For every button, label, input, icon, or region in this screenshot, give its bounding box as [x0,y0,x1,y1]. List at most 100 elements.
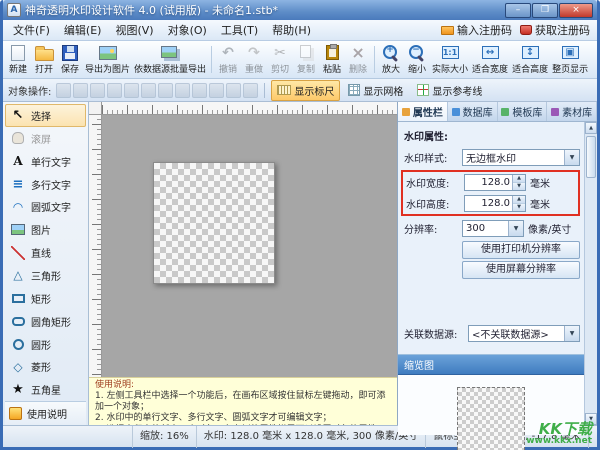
group-icon[interactable] [243,83,258,98]
tool-select[interactable]: ↖ 选择 [5,104,86,127]
main-toolbar: 新建 打开 保存 导出为图片 依数据源批量导出 ↶ 撤销 ↷ 重做 ✂ 剪 [3,41,597,79]
tab-materials[interactable]: 素材库 [547,102,597,121]
tool-diamond[interactable]: ◇ 菱形 [5,355,86,378]
height-unit: 毫米 [530,196,550,211]
menu-tools[interactable]: 工具(T) [214,20,265,40]
enter-register-code-button[interactable]: 输入注册码 [441,22,512,38]
right-panel-scrollbar[interactable]: ▲ ▼ [584,122,597,425]
align-right-icon[interactable] [90,83,105,98]
scroll-up-icon[interactable]: ▲ [585,122,597,134]
width-value[interactable]: 128.0 [465,175,512,190]
usage-help-button[interactable]: 使用说明 [5,401,86,425]
database-tab-icon [452,108,460,116]
open-button[interactable]: 打开 [31,42,57,77]
dropdown-arrow-icon[interactable]: ▼ [508,221,523,236]
undo-icon: ↶ [218,44,238,61]
spin-down-icon[interactable]: ▼ [513,204,525,211]
kkx-url: www.kkx.net [526,437,592,446]
new-button[interactable]: 新建 [5,42,31,77]
get-register-code-button[interactable]: 获取注册码 [520,22,590,38]
tool-image[interactable]: 图片 [5,218,86,241]
fit-page-button[interactable]: ▣ 整页显示 [550,42,590,77]
title-bar[interactable]: A 神奇透明水印设计软件 4.0 (试用版) - 未命名1.stb* – ❒ × [3,0,597,20]
save-button[interactable]: 保存 [57,42,83,77]
zoom-in-button[interactable]: + 放大 [378,42,404,77]
thumbnail-section-header: 缩览图 [398,354,584,375]
show-ruler-toggle[interactable]: 显示标尺 [271,80,340,101]
minimize-button[interactable]: – [505,3,531,18]
tab-templates[interactable]: 模板库 [498,102,548,121]
tool-rectangle[interactable]: 矩形 [5,287,86,310]
same-size-icon[interactable] [192,83,207,98]
tool-circle[interactable]: 圆形 [5,333,86,356]
spin-down-icon[interactable]: ▼ [513,183,525,190]
same-width-icon[interactable] [158,83,173,98]
paste-button[interactable]: 粘贴 [319,42,345,77]
section-title: 水印属性: [404,128,580,143]
fit-height-button[interactable]: ↕ 适合高度 [510,42,550,77]
align-middle-icon[interactable] [124,83,139,98]
show-guides-toggle[interactable]: 显示参考线 [411,80,488,101]
use-printer-resolution-button[interactable]: 使用打印机分辨率 [462,241,580,259]
new-file-icon [11,45,25,61]
watermark-canvas[interactable] [153,162,275,284]
kkx-site-watermark: KK下载 www.kkx.net [526,422,592,446]
bring-front-icon[interactable] [209,83,224,98]
copy-button[interactable]: 复制 [293,42,319,77]
tool-rounded-rectangle[interactable]: 圆角矩形 [5,310,86,333]
align-bottom-icon[interactable] [141,83,156,98]
menu-help[interactable]: 帮助(H) [265,20,318,40]
open-folder-icon [35,49,54,61]
redo-button[interactable]: ↷ 重做 [241,42,267,77]
multi-text-icon: ≡ [10,176,26,192]
scrollbar-thumb[interactable] [586,136,596,178]
watermark-height-row: 水印高度: 128.0 ▲ ▼ 毫米 [406,195,576,212]
menu-view[interactable]: 视图(V) [108,20,160,40]
menu-file[interactable]: 文件(F) [6,20,57,40]
tab-database[interactable]: 数据库 [448,102,498,121]
height-value[interactable]: 128.0 [465,196,512,211]
batch-export-button[interactable]: 依数据源批量导出 [132,42,208,77]
fit-width-button[interactable]: ↔ 适合宽度 [470,42,510,77]
spin-up-icon[interactable]: ▲ [513,196,525,204]
dropdown-arrow-icon[interactable]: ▼ [564,150,579,165]
style-select[interactable]: 无边框水印 ▼ [462,149,580,166]
tool-line[interactable]: 直线 [5,241,86,264]
show-grid-toggle[interactable]: 显示网格 [342,80,409,101]
tool-pan[interactable]: 滚屏 [5,127,86,150]
toolbar-separator [211,46,212,73]
tool-single-line-text[interactable]: A 单行文字 [5,150,86,173]
close-button[interactable]: × [559,3,593,18]
align-center-icon[interactable] [73,83,88,98]
zoom-out-button[interactable]: − 缩小 [404,42,430,77]
cut-button[interactable]: ✂ 剪切 [267,42,293,77]
datasource-select[interactable]: <不关联数据源> ▼ [468,325,580,342]
same-height-icon[interactable] [175,83,190,98]
use-screen-resolution-button[interactable]: 使用屏幕分辨率 [462,261,580,279]
tool-multi-line-text[interactable]: ≡ 多行文字 [5,173,86,196]
spin-up-icon[interactable]: ▲ [513,175,525,183]
export-image-button[interactable]: 导出为图片 [83,42,132,77]
width-input[interactable]: 128.0 ▲ ▼ [464,174,526,191]
triangle-icon: △ [10,267,26,283]
height-input[interactable]: 128.0 ▲ ▼ [464,195,526,212]
maximize-button[interactable]: ❒ [532,3,558,18]
menu-object[interactable]: 对象(O) [161,20,214,40]
resolution-input[interactable]: 300 ▼ [462,220,524,237]
dropdown-arrow-icon[interactable]: ▼ [564,326,579,341]
canvas-area[interactable]: 使用说明: 1. 左侧工具栏中选择一个功能后，在画布区域按住鼠标左键拖动，即可添… [89,102,397,425]
tool-star[interactable]: ★ 五角星 [5,378,86,401]
tool-triangle[interactable]: △ 三角形 [5,264,86,287]
send-back-icon[interactable] [226,83,241,98]
status-watermark-size: 水印: 128.0 毫米 x 128.0 毫米, 300 像素/英寸 [197,426,426,448]
undo-button[interactable]: ↶ 撤销 [215,42,241,77]
rounded-rectangle-icon [12,317,25,326]
delete-button[interactable]: × 删除 [345,42,371,77]
align-top-icon[interactable] [107,83,122,98]
actual-size-button[interactable]: 1:1 实际大小 [430,42,470,77]
tab-properties[interactable]: 属性栏 [398,102,448,121]
properties-tab-icon [402,108,410,116]
tool-arc-text[interactable]: ◠ 圆弧文字 [5,195,86,218]
align-left-icon[interactable] [56,83,71,98]
menu-edit[interactable]: 编辑(E) [57,20,109,40]
